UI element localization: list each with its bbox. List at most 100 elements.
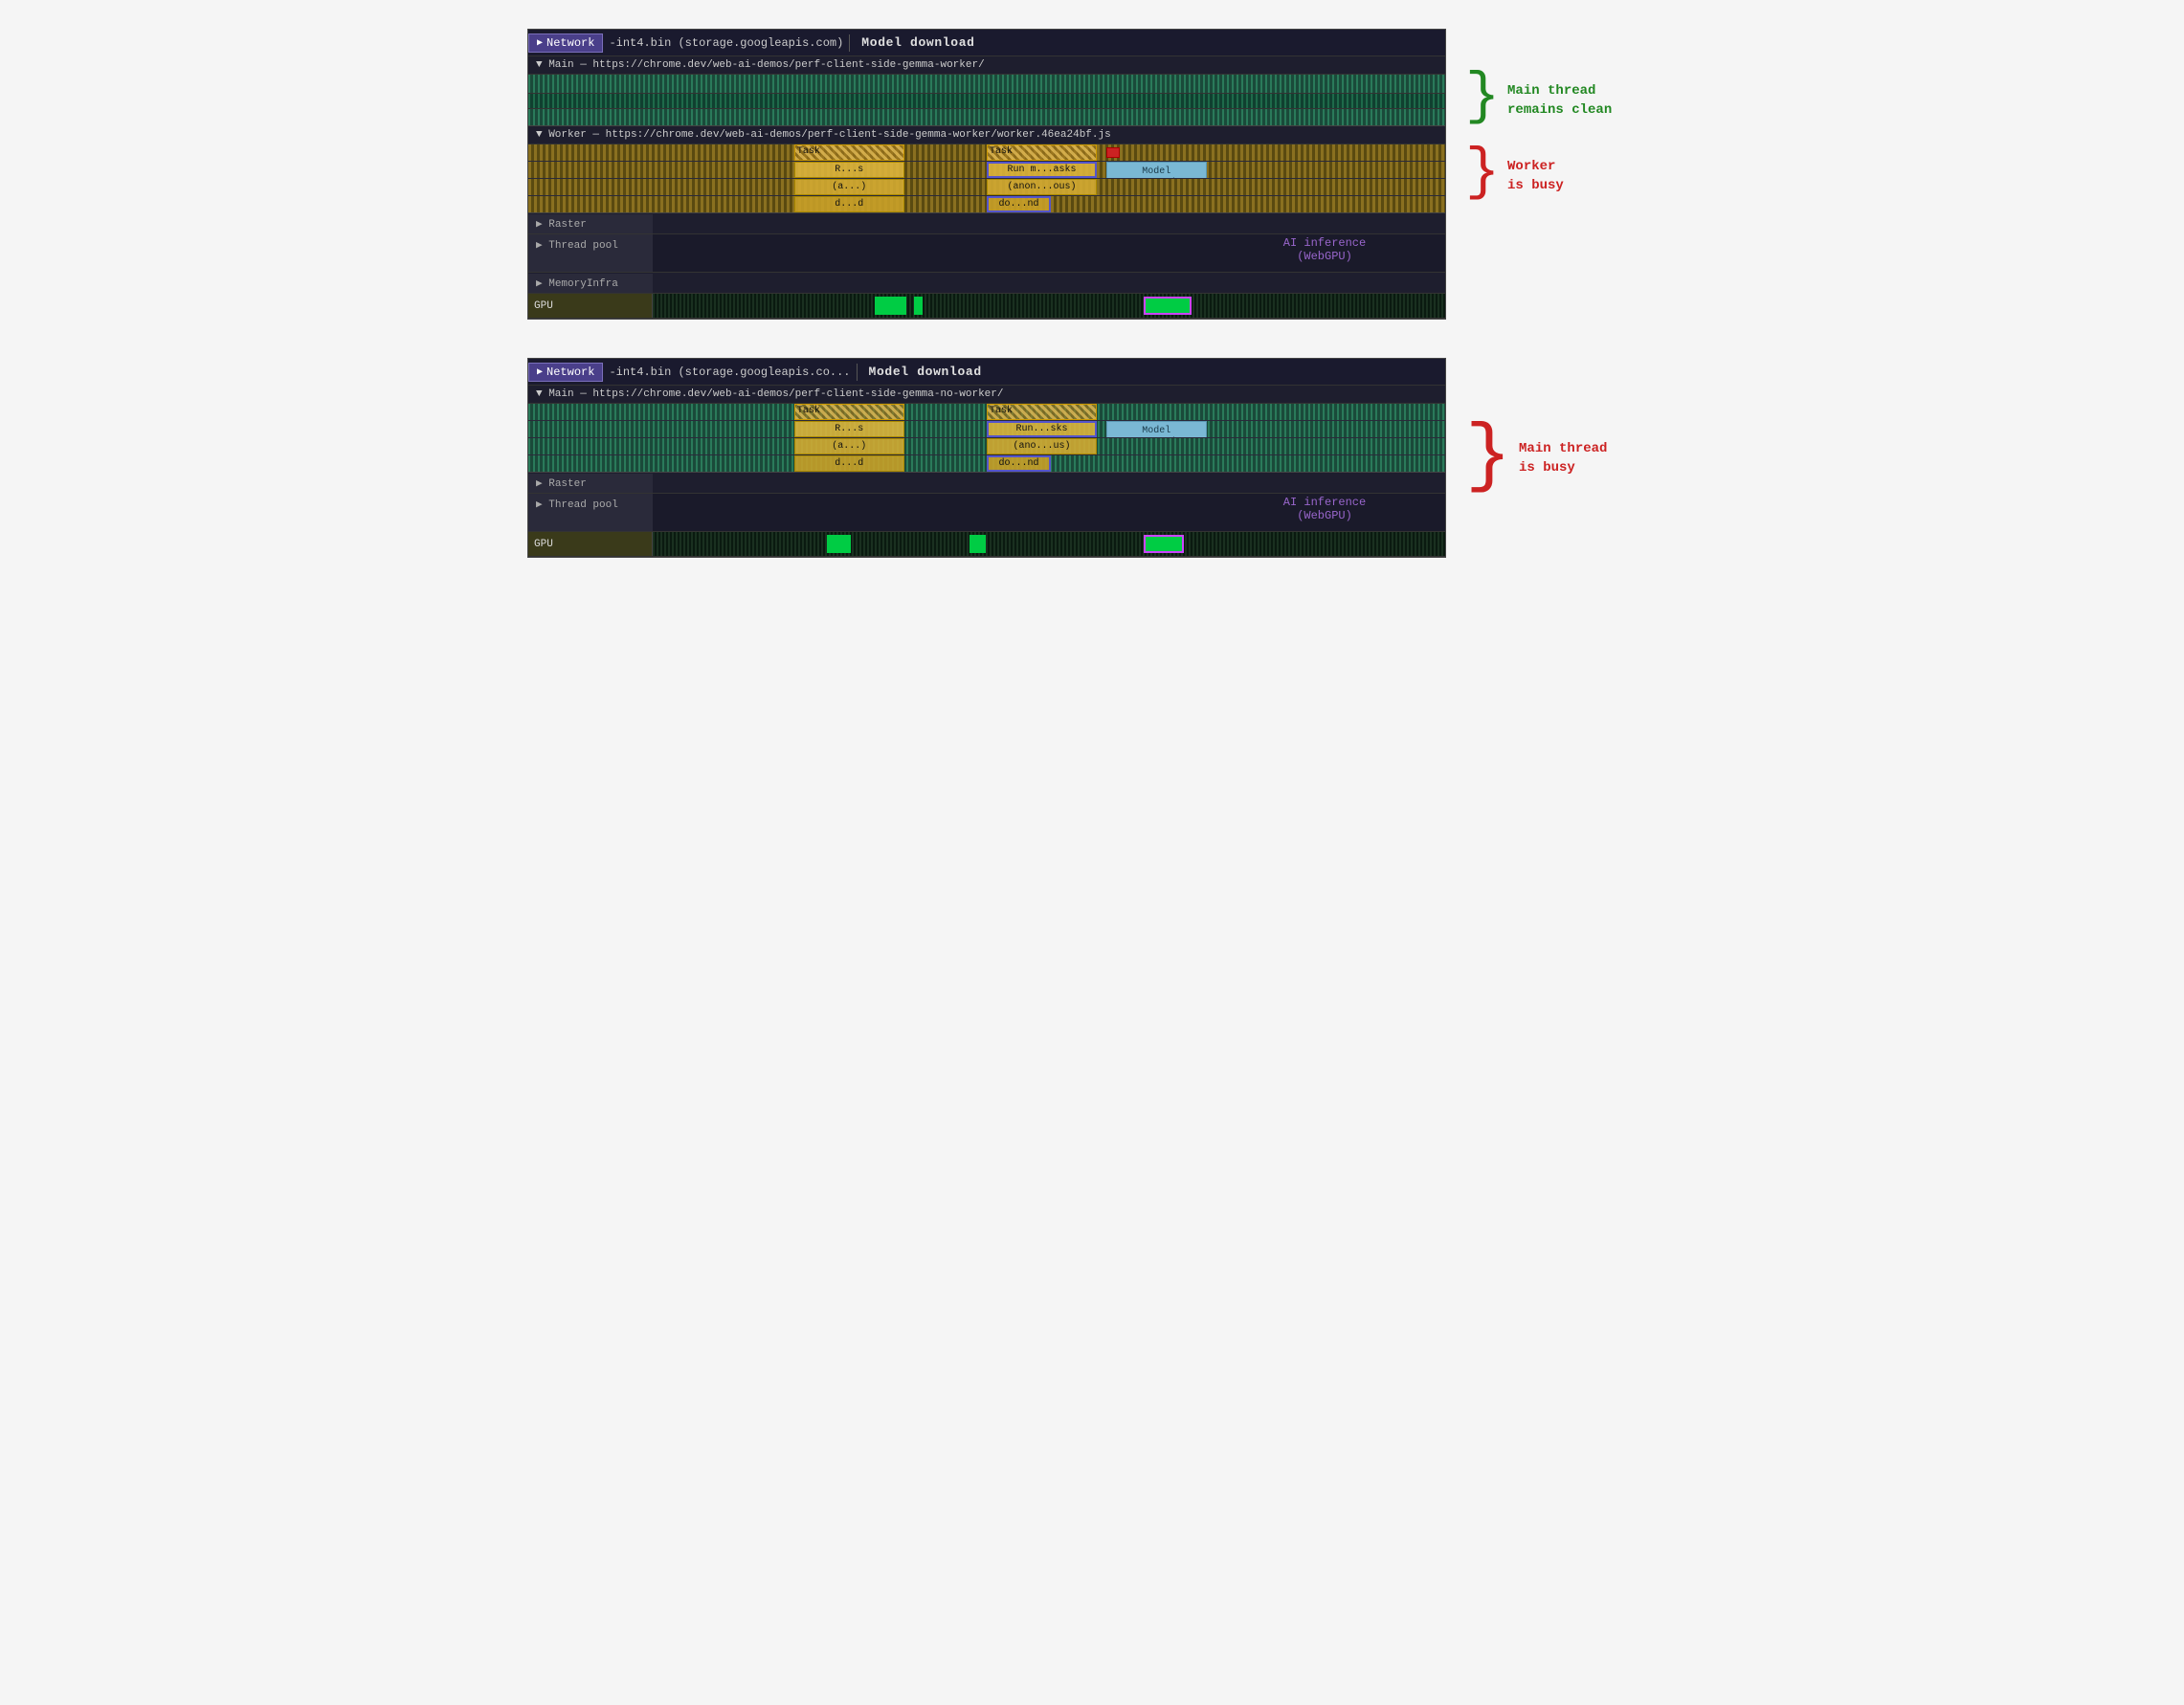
worker-annotation: } Worker is busy (1465, 158, 1657, 195)
main-task-row-1: Task Task (528, 404, 1445, 421)
play-icon-2: ▶ (537, 366, 543, 378)
worker-rs-row: R...s Run m...asks Modelpreparation (528, 162, 1445, 179)
task1-bar-1: Task (794, 144, 904, 161)
p2-a-label: (a...) (832, 441, 866, 452)
model-prep-label-1: Modelpreparation (1125, 166, 1188, 179)
network-text-1: Network (546, 36, 594, 50)
main-thread-brace-2: } (1465, 431, 1511, 484)
model-download-1: Model download (850, 33, 986, 52)
memory-infra-row-1: ▶ MemoryInfra (528, 273, 1445, 294)
panel2-container: ▶ Network -int4.bin (storage.googleapis.… (527, 358, 1657, 558)
p2-dd-bar: d...d (794, 455, 904, 472)
main-anon-row: (a...) (ano...us) (528, 438, 1445, 455)
panel2-trace: ▶ Network -int4.bin (storage.googleapis.… (527, 358, 1446, 558)
gpu-content-2 (653, 532, 1445, 556)
gpu-row-2: GPU (528, 532, 1445, 557)
main-thread-row-1a (528, 75, 1445, 94)
main-thread-brace: } (1465, 78, 1500, 118)
worker-task-row-1: Task Task (528, 144, 1445, 162)
main-thread-annotation: } Main thread remains clean (1465, 82, 1657, 120)
task1-label-1: Task (795, 145, 822, 158)
gpu-row-1: GPU (528, 294, 1445, 319)
gpu-label-2: GPU (528, 532, 653, 556)
network-text-2: Network (546, 365, 594, 379)
a-bar: (a...) (794, 179, 904, 195)
network-label-1: ▶ Network (528, 33, 603, 53)
main-thread-bar-1b (528, 94, 1445, 108)
gpu-green-1b (914, 297, 922, 315)
model-prep-label-2: Modelpreparation (1125, 426, 1188, 438)
main-url-text-1: ▼ Main — https://chrome.dev/web-ai-demos… (536, 59, 985, 71)
main-dd-row: d...d do...nd (528, 455, 1445, 473)
thread-pool-label-1[interactable]: ▶ Thread pool (528, 234, 653, 272)
task2-label-1: Task (988, 145, 1014, 158)
rs-label: R...s (835, 165, 863, 175)
anon-ous-label: (anon...ous) (1007, 182, 1076, 192)
network-row-1: ▶ Network -int4.bin (storage.googleapis.… (528, 30, 1445, 56)
main-thread-bar-1c (528, 109, 1445, 125)
p2-run-sks-bar: Run...sks (987, 421, 1097, 437)
worker-url-row-1: ▼ Worker — https://chrome.dev/web-ai-dem… (528, 126, 1445, 144)
memory-infra-label-1[interactable]: ▶ MemoryInfra (528, 274, 653, 293)
main-thread-row-1c (528, 109, 1445, 126)
p2-dd-label: d...d (835, 458, 863, 469)
main-thread-text: Main thread remains clean (1507, 82, 1612, 120)
thread-pool-content-2: AI inference(WebGPU) (653, 494, 1445, 531)
raster-row-1: ▶ Raster (528, 213, 1445, 234)
network-filename-1: -int4.bin (storage.googleapis.com) (603, 34, 850, 52)
worker-text: Worker is busy (1507, 158, 1564, 195)
panel1-annotations: } Main thread remains clean } Worker is … (1465, 29, 1657, 195)
run-masks-bar: Run m...asks (987, 162, 1097, 178)
p2-run-sks-label: Run...sks (1015, 424, 1067, 434)
p2-task2-bar: Task (987, 404, 1097, 420)
thread-pool-label-2[interactable]: ▶ Thread pool (528, 494, 653, 531)
worker-anon-row: (a...) (anon...ous) (528, 179, 1445, 196)
ai-inference-label-2: AI inference(WebGPU) (1283, 496, 1366, 522)
red-block-1 (1106, 147, 1120, 159)
gpu-highlighted-2 (1144, 535, 1183, 553)
p2-task2-label: Task (988, 405, 1014, 417)
panel1-trace: ▶ Network -int4.bin (storage.googleapis.… (527, 29, 1446, 320)
main-thread-annotation-2: } Main thread is busy (1465, 440, 1657, 484)
ai-inference-label-1: AI inference(WebGPU) (1283, 236, 1366, 263)
task2-bar-1: Task (987, 144, 1097, 161)
gpu-green-2b (969, 535, 986, 553)
raster-label-1[interactable]: ▶ Raster (528, 214, 653, 233)
p2-rs-bar: R...s (794, 421, 904, 437)
network-label-2: ▶ Network (528, 363, 603, 382)
gpu-green-2a (827, 535, 851, 553)
model-prep-box-2: Modelpreparation (1106, 421, 1207, 438)
network-row-2: ▶ Network -int4.bin (storage.googleapis.… (528, 359, 1445, 386)
anon-ous-bar: (anon...ous) (987, 179, 1097, 195)
dd-label: d...d (835, 199, 863, 210)
network-filename-2: -int4.bin (storage.googleapis.co... (603, 364, 857, 381)
raster-row-2: ▶ Raster (528, 473, 1445, 494)
p2-anon-us-bar: (ano...us) (987, 438, 1097, 454)
p2-task1-label: Task (795, 405, 822, 417)
model-prep-box-1: Modelpreparation (1106, 162, 1207, 179)
p2-dond-bar: do...nd (987, 455, 1051, 472)
panel1-container: ▶ Network -int4.bin (storage.googleapis.… (527, 29, 1657, 320)
dond-label: do...nd (999, 199, 1039, 210)
dond-bar: do...nd (987, 196, 1051, 212)
gpu-highlighted-1 (1144, 297, 1192, 315)
a-label: (a...) (832, 182, 866, 192)
worker-url-text-1: ▼ Worker — https://chrome.dev/web-ai-dem… (536, 129, 1111, 141)
thread-pool-row-2: ▶ Thread pool AI inference(WebGPU) (528, 494, 1445, 532)
worker-dd-row: d...d do...nd (528, 196, 1445, 213)
thread-pool-row-1: ▶ Thread pool AI inference(WebGPU) (528, 234, 1445, 273)
main-thread-text-2: Main thread is busy (1519, 440, 1607, 477)
main-rs-row: R...s Run...sks Modelpreparation (528, 421, 1445, 438)
p2-anon-us-label: (ano...us) (1013, 441, 1070, 452)
gpu-green-1a (875, 297, 906, 315)
gpu-content-1 (653, 294, 1445, 318)
raster-label-2[interactable]: ▶ Raster (528, 474, 653, 493)
main-url-text-2: ▼ Main — https://chrome.dev/web-ai-demos… (536, 388, 1003, 400)
panel2-annotations: } Main thread is busy (1465, 358, 1657, 484)
play-icon-1: ▶ (537, 37, 543, 49)
rs-bar: R...s (794, 162, 904, 178)
thread-pool-content-1: AI inference(WebGPU) (653, 234, 1445, 272)
gpu-label-1: GPU (528, 294, 653, 318)
main-thread-row-1b (528, 94, 1445, 109)
model-download-2: Model download (858, 363, 993, 381)
